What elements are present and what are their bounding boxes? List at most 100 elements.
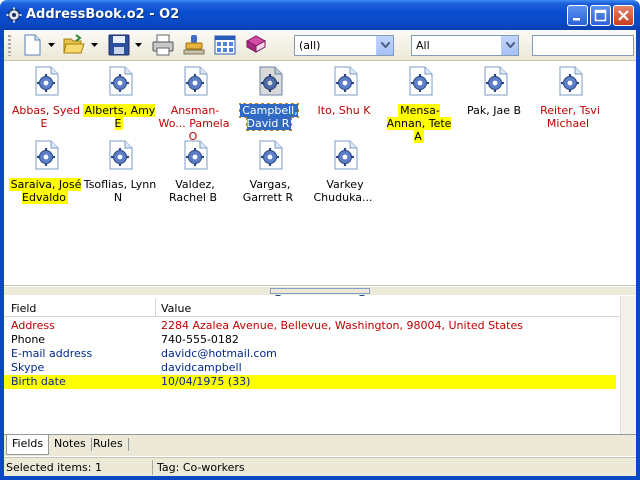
contact-card-icon <box>107 140 133 170</box>
contact-card-icon <box>182 66 208 96</box>
contact-item-label: Ansman-Wo... Pamela O <box>156 104 232 143</box>
status-tag: Tag: Co-workers <box>157 461 245 474</box>
contact-card-icon <box>257 66 283 96</box>
contact-card-icon <box>257 140 283 170</box>
floppy-disk-icon[interactable] <box>107 33 131 57</box>
printer-icon[interactable] <box>151 33 175 57</box>
column-divider[interactable] <box>155 299 156 317</box>
minimize-button[interactable] <box>567 5 588 26</box>
contact-item-label: Valdez, Rachel B <box>156 178 232 204</box>
new-dropdown-arrow-icon[interactable] <box>48 42 55 48</box>
category-filter-dropdown-button[interactable] <box>376 36 393 55</box>
app-gear-icon <box>6 7 22 23</box>
contact-item-label: Saraiva, José Edvaldo <box>7 178 83 204</box>
tab-divider <box>127 438 129 451</box>
field-name: Phone <box>11 333 46 346</box>
open-dropdown-arrow-icon[interactable] <box>91 42 98 48</box>
contact-card-icon <box>182 140 208 170</box>
contact-card-icon <box>33 66 59 96</box>
field-value: davidc@hotmail.com <box>161 347 277 360</box>
contact-fields-table: Field Value Address 2284 Azalea Avenue, B… <box>4 296 636 434</box>
tag-filter-select[interactable]: All <box>411 35 519 56</box>
contact-item-label: Vargas, Garrett R <box>231 178 307 204</box>
maximize-icon <box>594 9 607 22</box>
contact-item-label: Varkey Chuduka... <box>306 178 382 204</box>
new-document-icon[interactable] <box>20 33 44 57</box>
window-title: AddressBook.o2 - O2 <box>26 7 180 22</box>
toolbar-grip[interactable] <box>8 35 11 56</box>
field-name: Birth date <box>11 375 66 388</box>
contact-name: Alberts, Amy E <box>82 104 156 130</box>
status-bar: Selected items: 1 Tag: Co-workers <box>4 457 636 476</box>
tag-filter-dropdown-button[interactable] <box>501 36 518 55</box>
contact-name: Abbas, Syed E <box>11 104 81 130</box>
tab-rules[interactable]: Rules <box>88 435 129 455</box>
field-value: 10/04/1975 (33) <box>161 375 251 388</box>
contact-card-icon <box>482 66 508 96</box>
contact-card-icon <box>332 66 358 96</box>
field-row[interactable]: Phone 740-555-0182 <box>4 333 616 347</box>
field-row[interactable]: Address 2284 Azalea Avenue, Bellevue, Was… <box>4 319 616 333</box>
maximize-button[interactable] <box>590 5 611 26</box>
stamp-icon[interactable] <box>182 33 206 57</box>
minimize-icon <box>573 18 580 21</box>
close-button[interactable] <box>613 5 634 26</box>
tab-label: Rules <box>93 437 123 450</box>
book-icon[interactable] <box>244 33 268 57</box>
title-bar[interactable]: AddressBook.o2 - O2 <box>0 0 640 30</box>
save-dropdown-arrow-icon[interactable] <box>135 42 142 48</box>
fields-scrollbar[interactable] <box>620 296 636 434</box>
contact-item-label: Campbell, David R <box>231 103 307 131</box>
contact-item-label: Mensa-Annan, Tete A <box>381 104 457 143</box>
close-icon <box>618 10 629 21</box>
field-value: 740-555-0182 <box>161 333 239 346</box>
field-row[interactable]: E-mail address davidc@hotmail.com <box>4 347 616 361</box>
field-name: E-mail address <box>11 347 93 360</box>
status-divider <box>152 460 153 475</box>
category-filter-select[interactable]: (all) <box>294 35 394 56</box>
contact-name: Mensa-Annan, Tete A <box>386 104 452 143</box>
contact-item-label: Ito, Shu K <box>306 104 382 117</box>
contact-name: Tsoflias, Lynn N <box>83 178 157 204</box>
contact-item-label: Pak, Jae B <box>456 104 532 117</box>
detail-tabs: Fields Notes Rules <box>4 434 636 456</box>
column-header-value[interactable]: Value <box>161 302 191 315</box>
open-folder-icon[interactable] <box>62 33 86 57</box>
contact-name: Ito, Shu K <box>317 104 371 117</box>
contact-name: Saraiva, José Edvaldo <box>8 178 82 204</box>
toolbar: (all) All <box>4 30 636 61</box>
field-name: Skype <box>11 361 45 374</box>
contact-item-label: Abbas, Syed E <box>7 104 83 130</box>
contact-item-label: Reiter, Tsvi Michael <box>531 104 607 130</box>
chevron-down-icon <box>506 42 515 48</box>
tab-notes[interactable]: Notes <box>49 435 92 455</box>
contacts-icon-view[interactable]: Abbas, Syed E Alberts, Amy E Ansman-Wo... … <box>4 62 636 286</box>
contact-name: Varkey Chuduka... <box>313 178 373 204</box>
field-value: davidcampbell <box>161 361 242 374</box>
contact-item-label: Tsoflias, Lynn N <box>81 178 157 204</box>
fields-table-header: Field Value <box>4 299 636 317</box>
splitter-handle[interactable] <box>270 288 370 298</box>
tab-label: Notes <box>54 437 86 450</box>
category-filter-value: (all) <box>299 39 321 52</box>
column-header-field[interactable]: Field <box>11 302 36 315</box>
contact-name: Reiter, Tsvi Michael <box>540 104 600 130</box>
chevron-down-icon <box>381 42 390 48</box>
contact-name: Ansman-Wo... Pamela O <box>158 104 230 143</box>
contact-card-icon <box>107 66 133 96</box>
contact-card-icon <box>33 140 59 170</box>
grid-view-icon[interactable] <box>213 33 237 57</box>
contact-card-icon <box>557 66 583 96</box>
contact-card-icon <box>332 140 358 170</box>
contact-card-icon <box>407 66 433 96</box>
pane-splitter[interactable] <box>4 287 636 298</box>
window-frame-right <box>636 30 640 480</box>
status-selected-items: Selected items: 1 <box>6 461 102 474</box>
contact-name: Vargas, Garrett R <box>242 178 294 204</box>
field-name: Address <box>11 319 55 332</box>
contact-item-label: Alberts, Amy E <box>81 104 157 130</box>
search-input[interactable] <box>532 35 634 56</box>
field-row[interactable]: Birth date 10/04/1975 (33) <box>4 375 616 389</box>
field-row[interactable]: Skype davidcampbell <box>4 361 616 375</box>
tab-fields[interactable]: Fields <box>6 435 50 455</box>
